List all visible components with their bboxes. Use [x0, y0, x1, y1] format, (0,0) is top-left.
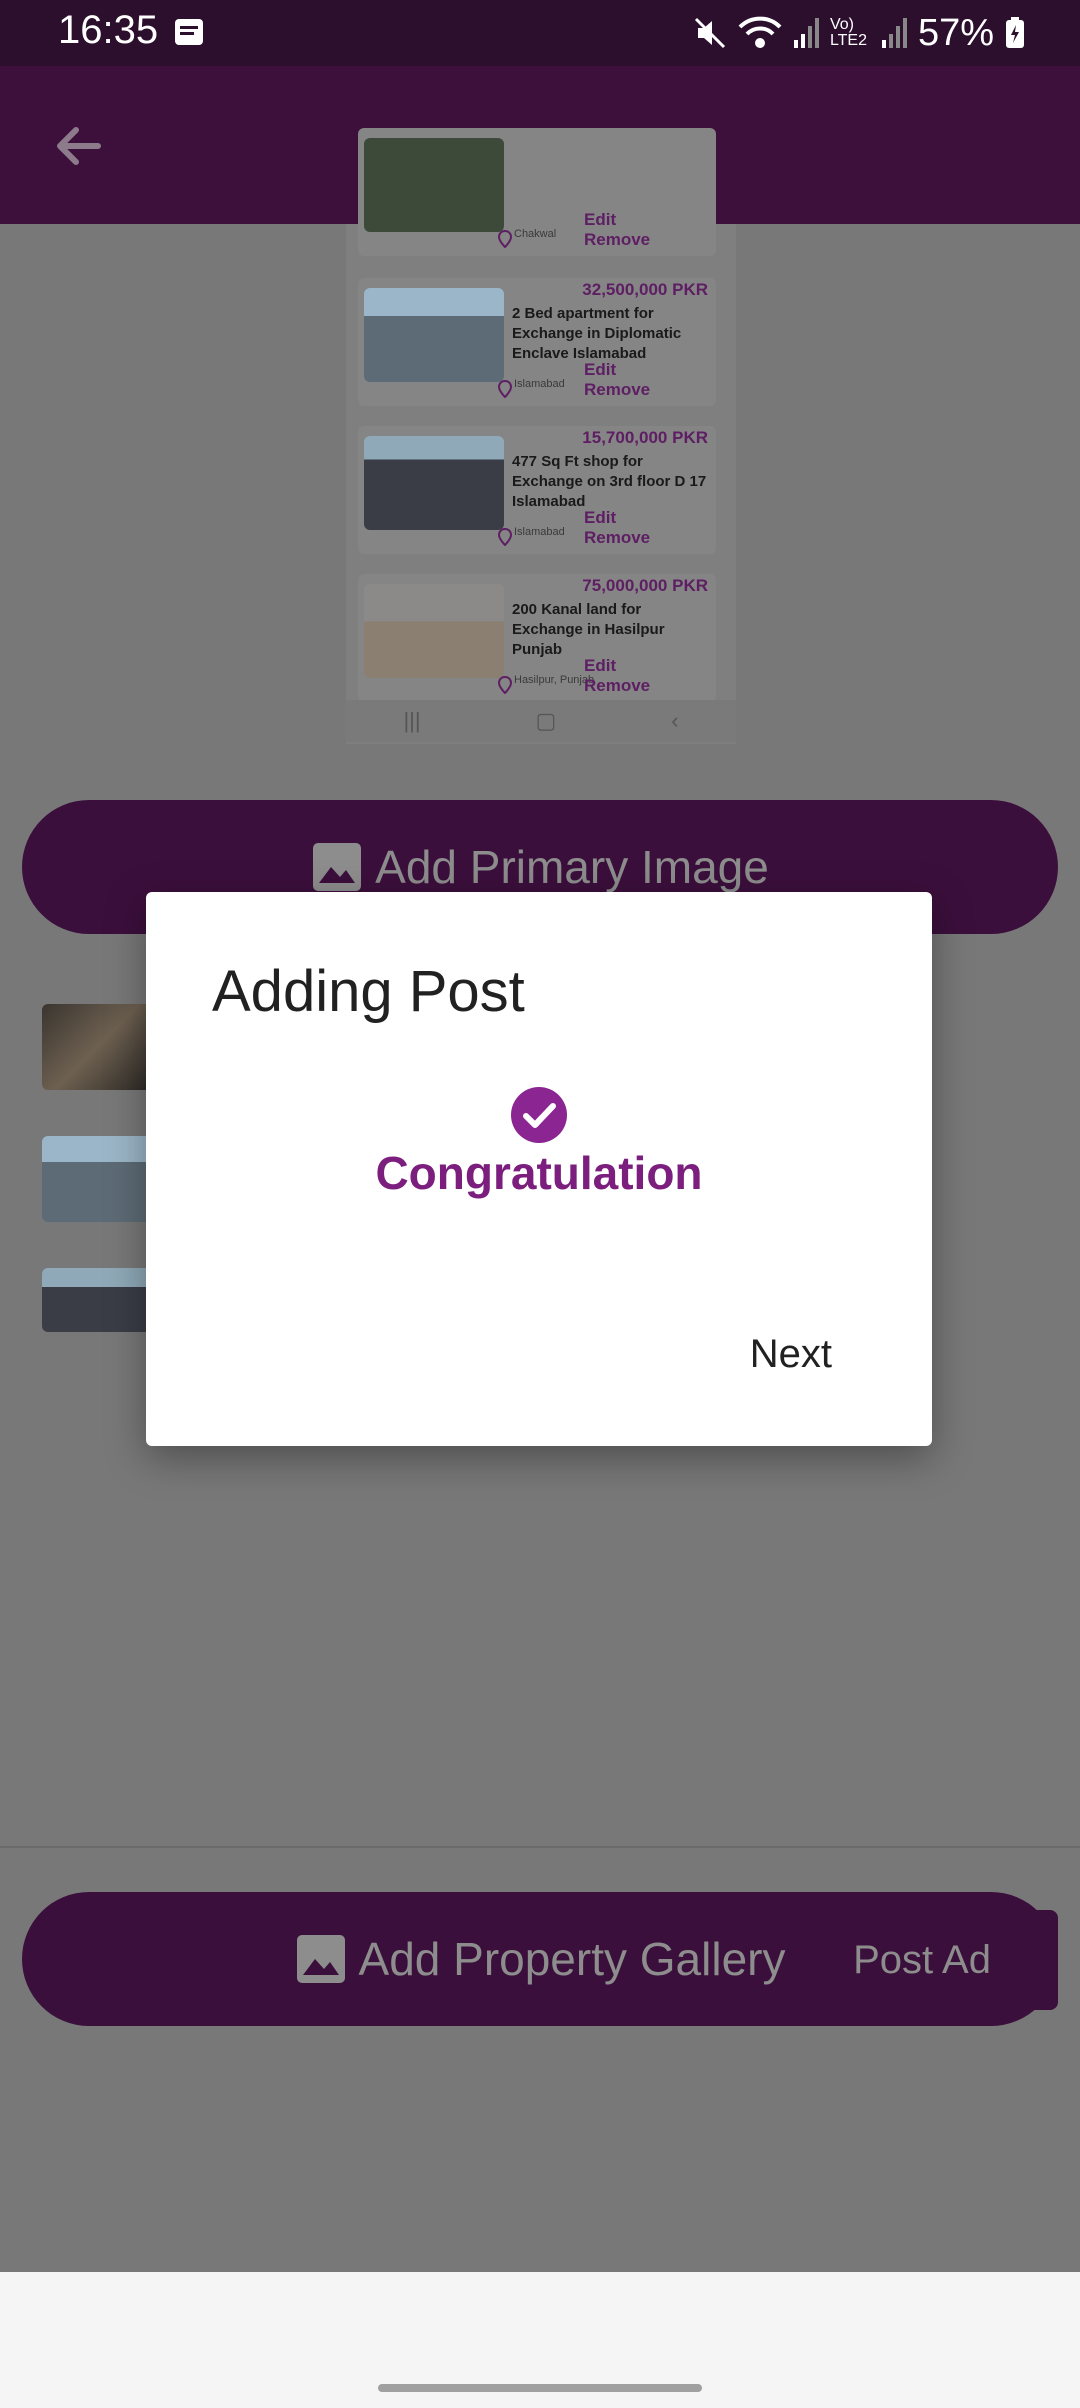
property-thumbnail: [364, 288, 504, 382]
edit-button[interactable]: Edit: [584, 360, 616, 379]
home-icon: ▢: [535, 708, 557, 733]
property-location: Chakwal: [514, 228, 557, 240]
property-title: 2 Bed apartment for Exchange in Diplomat…: [512, 305, 682, 362]
item-actions: Edit Remove: [584, 656, 716, 696]
gallery-thumbnail: [42, 1268, 152, 1332]
property-price: 75,000,000 PKR: [582, 576, 708, 595]
check-circle-icon: [511, 1087, 567, 1143]
preview-nav-bar: ||| ▢ ‹: [346, 700, 736, 742]
status-time: 16:35: [58, 8, 159, 52]
wifi-icon: [738, 16, 782, 48]
location-pin-icon: [498, 676, 512, 694]
list-item: Chakwal Edit Remove: [358, 128, 716, 256]
list-item: 75,000,000 PKR 200 Kanal land for Exchan…: [358, 574, 716, 702]
image-icon: [296, 1935, 345, 1983]
list-item: 32,500,000 PKR 2 Bed apartment for Excha…: [358, 278, 716, 406]
property-title: 200 Kanal land for Exchange in Hasilpur …: [512, 601, 665, 658]
signal-icon: [793, 18, 819, 48]
dialog-title: Adding Post: [212, 959, 525, 1024]
edit-button[interactable]: Edit: [584, 508, 616, 527]
post-ad-button[interactable]: Post Ad: [786, 1910, 1058, 2010]
remove-button[interactable]: Remove: [584, 380, 650, 399]
adding-post-dialog: Adding Post Congratulation Next: [146, 892, 932, 1446]
property-price: 15,700,000 PKR: [582, 428, 708, 447]
network-label: Vo) LTE2: [829, 16, 867, 49]
gallery-thumbnail: [42, 1004, 152, 1090]
status-icons: Vo) LTE2 57%: [692, 8, 1026, 58]
property-location: Hasilpur, Punjab: [514, 674, 595, 686]
image-icon: [313, 843, 362, 891]
item-actions: Edit Remove: [584, 210, 716, 250]
edit-button[interactable]: Edit: [584, 656, 616, 675]
battery-percent: 57%: [917, 11, 994, 54]
list-item: 15,700,000 PKR 477 Sq Ft shop for Exchan…: [358, 426, 716, 554]
property-thumbnail: [364, 436, 504, 530]
remove-button[interactable]: Remove: [584, 230, 650, 249]
mute-icon: [694, 17, 725, 49]
property-thumbnail: [364, 138, 504, 232]
location-pin-icon: [498, 230, 512, 248]
property-location: Islamabad: [514, 378, 565, 390]
recent-apps-icon: |||: [403, 708, 421, 733]
property-thumbnail: [364, 584, 504, 678]
status-bar: 16:35 Vo) LTE2 57%: [0, 0, 1080, 66]
edit-button[interactable]: Edit: [584, 210, 616, 229]
item-actions: Edit Remove: [584, 508, 716, 548]
battery-icon: [1006, 17, 1024, 48]
message-icon: [175, 19, 203, 45]
property-title: 477 Sq Ft shop for Exchange on 3rd floor…: [512, 453, 707, 510]
location-pin-icon: [498, 528, 512, 546]
primary-image-preview: Chakwal Edit Remove 32,500,000 PKR 2 Bed…: [346, 128, 736, 744]
congratulation-message: Congratulation: [375, 1147, 703, 1199]
post-ad-label: Post Ad: [853, 1937, 991, 1982]
property-price: 32,500,000 PKR: [582, 280, 708, 299]
remove-button[interactable]: Remove: [584, 528, 650, 547]
remove-button[interactable]: Remove: [584, 676, 650, 695]
property-location: Islamabad: [514, 526, 565, 538]
add-property-gallery-label: Add Property Gallery: [358, 1933, 786, 1985]
back-arrow-icon[interactable]: [48, 116, 108, 176]
location-pin-icon: [498, 380, 512, 398]
add-primary-image-label: Add Primary Image: [375, 841, 769, 893]
next-button[interactable]: Next: [750, 1332, 832, 1377]
divider: [0, 1846, 1080, 1848]
item-actions: Edit Remove: [584, 360, 716, 400]
gallery-thumbnail: [42, 1136, 152, 1222]
back-icon: ‹: [671, 708, 679, 733]
gesture-bar[interactable]: [378, 2384, 702, 2392]
signal-icon-2: [881, 18, 907, 48]
